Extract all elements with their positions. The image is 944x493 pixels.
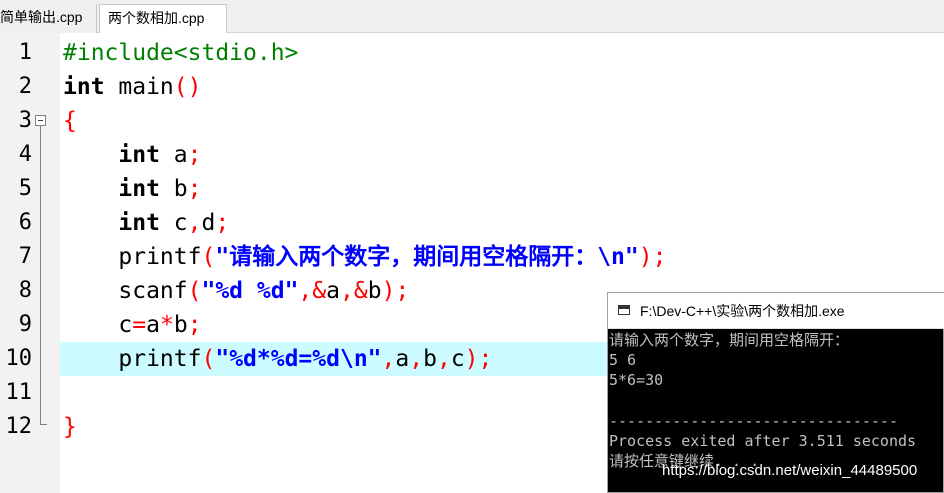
code-token: &	[312, 278, 327, 304]
code-token: (	[201, 244, 216, 270]
code-token: b	[173, 312, 188, 338]
code-line[interactable]: printf("请输入两个数字，期间用空格隔开：\n");	[63, 240, 666, 274]
code-token: b	[423, 346, 437, 372]
watermark: https://blog.csdn.net/weixin_44489500	[662, 462, 918, 479]
line-number: 6	[18, 210, 32, 235]
console-line: Process exited after 3.511 seconds	[609, 432, 917, 450]
code-token: ,	[436, 346, 451, 372]
line-number: 3	[18, 108, 32, 133]
code-token: (	[201, 346, 216, 372]
line-number: 8	[18, 278, 32, 303]
code-line[interactable]: printf("%d*%d=%d\n",a,b,c);	[63, 342, 492, 376]
code-token: a	[146, 312, 160, 338]
code-line[interactable]: int main()	[63, 70, 202, 104]
code-token: ;	[215, 210, 230, 236]
code-token: int	[118, 210, 160, 236]
code-token: a	[326, 278, 340, 304]
console-app-icon	[618, 305, 630, 315]
line-number: 11	[5, 380, 33, 405]
console-line: --------------------------------	[609, 411, 898, 430]
line-number: 12	[5, 414, 33, 439]
code-line[interactable]: int b;	[63, 172, 202, 206]
code-token: "%d*%d=%d\n"	[215, 346, 382, 372]
code-token: int	[118, 142, 160, 168]
code-token: d	[201, 210, 216, 236]
editor-tab-bar: 简单输出.cpp 两个数相加.cpp	[0, 0, 944, 34]
code-token: a	[159, 142, 188, 168]
code-line[interactable]: c=a*b;	[63, 308, 202, 342]
code-token: "%d %d"	[201, 278, 299, 304]
code-token: ,	[187, 210, 202, 236]
code-token: ()	[173, 74, 202, 100]
code-line[interactable]: int c,d;	[63, 206, 229, 240]
code-token: ;	[187, 142, 202, 168]
code-token: printf	[63, 244, 202, 270]
fold-collapse-icon[interactable]	[35, 115, 46, 126]
console-line: 5 6	[609, 351, 637, 370]
code-token: #include<stdio.h>	[63, 40, 299, 66]
tab-add-two-numbers[interactable]: 两个数相加.cpp	[99, 4, 227, 34]
line-number: 9	[18, 312, 32, 337]
code-token: =	[132, 312, 147, 338]
line-number: 2	[18, 74, 32, 99]
line-number: 1	[18, 40, 32, 65]
code-token: ;	[187, 176, 202, 202]
tab-simple-output[interactable]: 简单输出.cpp	[0, 4, 97, 33]
code-line[interactable]: int a;	[63, 138, 202, 172]
code-token: );	[638, 244, 667, 270]
code-token: (	[187, 278, 202, 304]
console-title-bar[interactable]: F:\Dev-C++\实验\两个数相加.exe	[608, 293, 944, 329]
code-line[interactable]: }	[63, 410, 77, 444]
code-token: int	[118, 176, 160, 202]
code-token: ,	[409, 346, 424, 372]
line-number: 7	[18, 244, 32, 269]
code-token: ,	[340, 278, 354, 304]
code-token: printf	[63, 346, 202, 372]
code-token: main	[104, 74, 174, 100]
code-line[interactable]: scanf("%d %d",&a,&b);	[63, 274, 409, 308]
console-line: 5*6=30	[609, 371, 664, 390]
line-number: 10	[5, 346, 33, 371]
code-token: b	[159, 176, 188, 202]
line-number: 4	[18, 142, 32, 167]
code-token: );	[464, 346, 493, 372]
code-line[interactable]: {	[63, 104, 77, 138]
code-token: ,	[298, 278, 313, 304]
fold-range-line	[40, 126, 41, 424]
code-token: c	[450, 346, 465, 372]
console-title: F:\Dev-C++\实验\两个数相加.exe	[640, 303, 845, 319]
code-token: &	[353, 278, 368, 304]
code-line[interactable]: #include<stdio.h>	[63, 36, 298, 70]
code-token: );	[381, 278, 410, 304]
code-token: }	[63, 414, 77, 440]
code-token: a	[395, 346, 410, 372]
code-token: "请输入两个数字，期间用空格隔开：\n"	[215, 244, 639, 270]
code-token: int	[63, 74, 105, 100]
code-token: c	[159, 210, 188, 236]
code-token: c	[63, 312, 133, 338]
code-token: b	[367, 278, 382, 304]
code-token: ;	[187, 312, 202, 338]
code-token: *	[159, 312, 174, 338]
line-number: 5	[18, 176, 32, 201]
code-token: scanf	[63, 278, 188, 304]
console-line: 请输入两个数字，期间用空格隔开：	[609, 331, 850, 349]
code-token: {	[63, 108, 77, 134]
fold-end-marker	[40, 424, 47, 425]
code-token: ,	[381, 346, 396, 372]
